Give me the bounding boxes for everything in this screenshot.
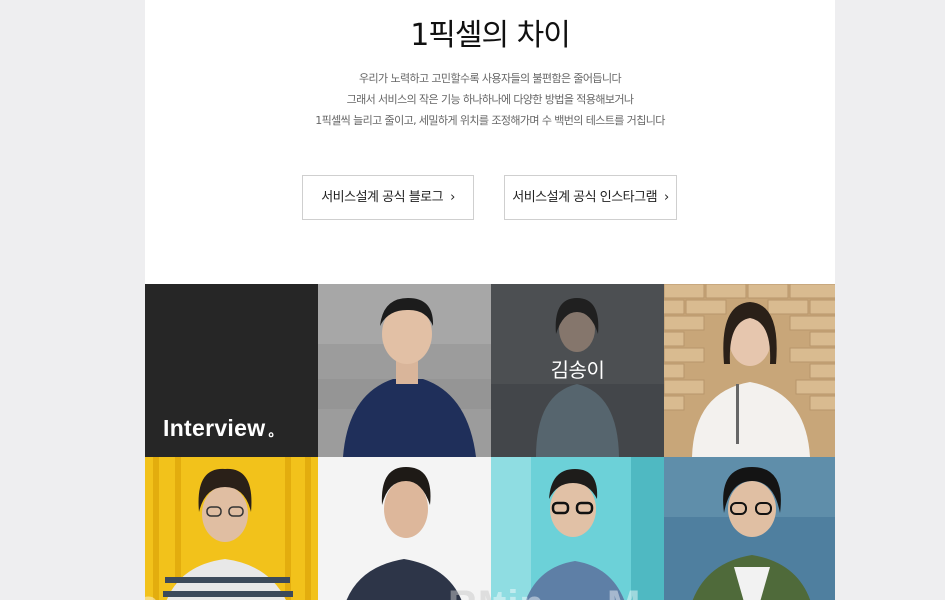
person-photo: [318, 457, 491, 600]
background-lettering: M.: [607, 583, 653, 600]
interview-photo-5[interactable]: RM: [318, 457, 491, 600]
blog-button-label: 서비스설계 공식 블로그: [321, 190, 444, 205]
interview-title-tile: Interview。: [145, 284, 318, 457]
description-line-1: 우리가 노력하고 고민할수록 사용자들의 불편함은 줄어듭니다: [358, 72, 622, 85]
person-photo: [491, 457, 664, 600]
background-lettering: RM: [448, 583, 491, 600]
person-photo: [664, 457, 835, 600]
interview-photo-6[interactable]: tin M.: [491, 457, 664, 600]
interviewee-name: 김송이: [550, 358, 605, 382]
instagram-button-label: 서비스설계 공식 인스타그램: [512, 190, 658, 205]
person-photo: [318, 284, 491, 457]
blog-button[interactable]: 서비스설계 공식 블로그 ›: [302, 175, 474, 220]
interview-photo-2[interactable]: 김송이: [491, 284, 664, 457]
section-title: 1픽셀의 차이: [410, 18, 571, 53]
description-line-3: 1픽셀씩 늘리고 줄이고, 세밀하게 위치를 조정해가며 수 백번의 테스트를 …: [315, 114, 665, 127]
interview-photo-3[interactable]: [664, 284, 835, 457]
background-lettering: e: [145, 583, 160, 600]
intro-section: 1픽셀의 차이 우리가 노력하고 고민할수록 사용자들의 불편함은 줄어듭니다 …: [145, 0, 835, 284]
interview-grid: Interview。 김송이: [145, 284, 835, 600]
interview-label: Interview。: [163, 415, 283, 441]
background-lettering: tin: [493, 583, 545, 600]
person-photo: [664, 284, 835, 457]
section-description: 우리가 노력하고 고민할수록 사용자들의 불편함은 줄어듭니다 그래서 서비스의…: [145, 68, 835, 131]
person-photo: [145, 457, 318, 600]
interview-photo-1[interactable]: [318, 284, 491, 457]
interview-photo-4[interactable]: e: [145, 457, 318, 600]
interview-photo-7[interactable]: [664, 457, 835, 600]
chevron-right-icon: ›: [450, 190, 455, 205]
description-line-2: 그래서 서비스의 작은 기능 하나하나에 다양한 방법을 적용해보거나: [346, 93, 634, 106]
instagram-button[interactable]: 서비스설계 공식 인스타그램 ›: [504, 175, 677, 220]
chevron-right-icon: ›: [664, 190, 669, 205]
